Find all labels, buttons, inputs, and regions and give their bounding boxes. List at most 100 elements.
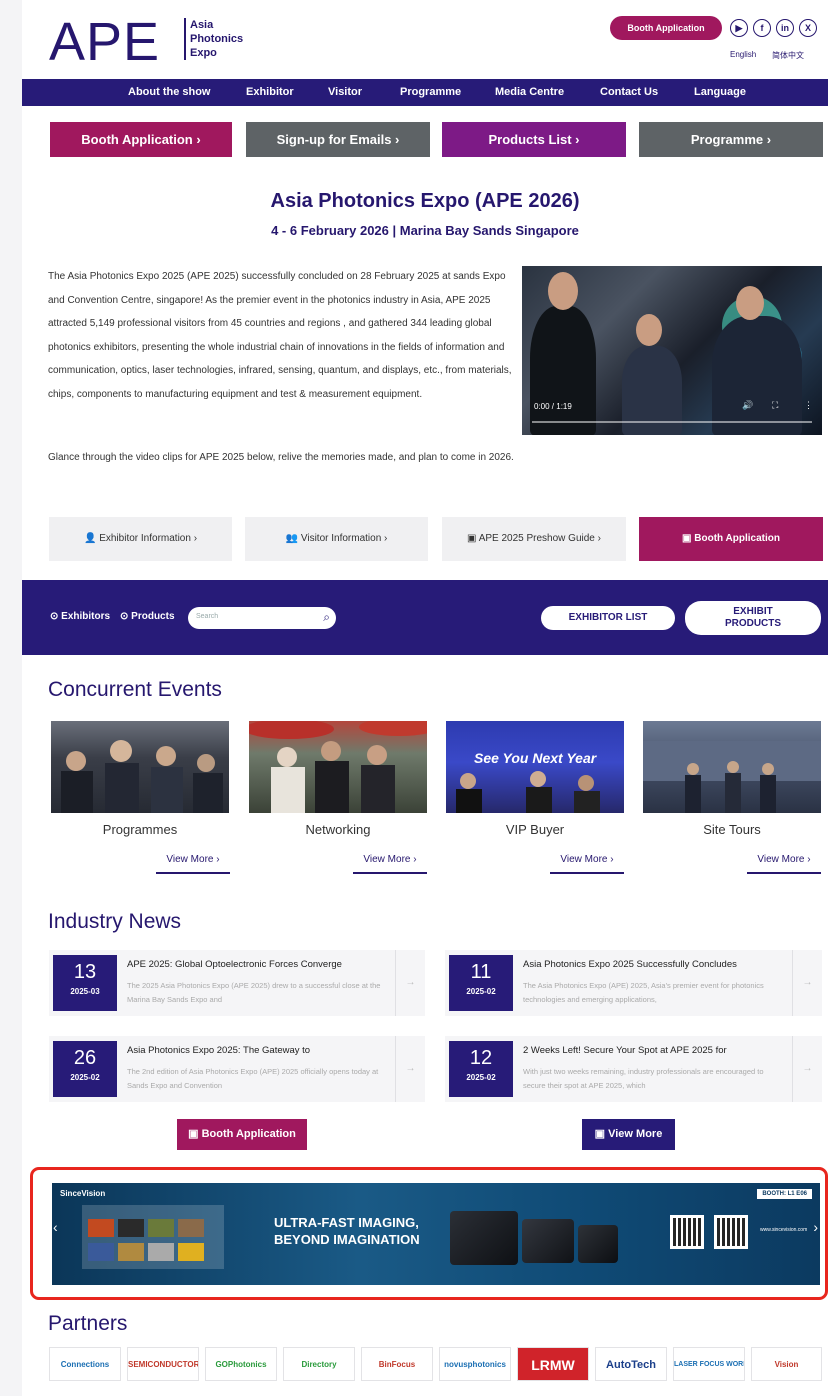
networking-image[interactable] (249, 721, 427, 813)
search-box[interactable]: Search ⌕ (188, 607, 336, 629)
x-icon[interactable]: X (799, 19, 817, 37)
news-item[interactable]: 26 2025-02 Asia Photonics Expo 2025: The… (49, 1036, 425, 1102)
news-day: 11 (470, 961, 492, 983)
video-person-head (548, 272, 578, 310)
programme-button[interactable]: Programme › (639, 122, 823, 157)
networking-view-more-link[interactable]: View More › (353, 852, 427, 874)
visitor-information-button[interactable]: 👥 Visitor Information › (245, 517, 428, 561)
exhibitor-information-label: Exhibitor Information › (99, 533, 198, 544)
news-headline[interactable]: 2 Weeks Left! Secure Your Spot at APE 20… (523, 1045, 791, 1056)
fullscreen-icon[interactable]: ⛶ (772, 400, 778, 411)
programmes-view-more-link[interactable]: View More › (156, 852, 230, 874)
partner-logo[interactable]: GOPhotonics (205, 1347, 277, 1381)
form-icon: ▣ (682, 533, 695, 544)
news-booth-application-label: Booth Application (201, 1128, 296, 1140)
partner-logo[interactable]: Connections (49, 1347, 121, 1381)
vip-buyer-view-more-link[interactable]: View More › (550, 852, 624, 874)
programmes-image[interactable] (51, 721, 229, 813)
products-list-button[interactable]: Products List › (442, 122, 626, 157)
news-date: 12 2025-02 (449, 1041, 513, 1097)
more-options-icon[interactable]: ⋮ (804, 400, 813, 411)
nav-about[interactable]: About the show (128, 79, 211, 106)
event-label-networking: Networking (305, 822, 371, 837)
partner-logo[interactable]: Directory (283, 1347, 355, 1381)
news-date: 13 2025-03 (53, 955, 117, 1011)
facebook-icon[interactable]: f (753, 19, 771, 37)
preshow-guide-label: APE 2025 Preshow Guide › (478, 533, 601, 544)
nav-programme[interactable]: Programme (400, 79, 461, 106)
quick-booth-application-button[interactable]: Booth Application › (50, 122, 232, 157)
video-person-head (636, 314, 662, 346)
main-nav: About the show Exhibitor Visitor Program… (22, 79, 828, 106)
site-tours-view-more-link[interactable]: View More › (747, 852, 821, 874)
linkedin-icon[interactable]: in (776, 19, 794, 37)
vip-buyer-photo: See You Next Year (456, 750, 600, 813)
logo-sub-line: Photonics (190, 33, 244, 45)
preshow-guide-button[interactable]: ▣ APE 2025 Preshow Guide › (442, 517, 626, 561)
partner-logo[interactable]: novusphotonics (439, 1347, 511, 1381)
news-headline[interactable]: APE 2025: Global Optoelectronic Forces C… (127, 959, 395, 970)
news-headline[interactable]: Asia Photonics Expo 2025 Successfully Co… (523, 959, 791, 970)
search-input[interactable]: Search (196, 613, 218, 620)
search-icon[interactable]: ⌕ (323, 610, 330, 625)
site-tours-image[interactable] (643, 721, 821, 813)
partners-title: Partners (48, 1312, 128, 1335)
arrow-right-icon[interactable]: → (792, 950, 822, 1016)
news-item[interactable]: 13 2025-03 APE 2025: Global Optoelectron… (49, 950, 425, 1016)
news-excerpt: The Asia Photonics Expo (APE) 2025, Asia… (523, 981, 764, 1004)
promo-video[interactable]: 0:00 / 1:19 🔊 ⛶ ⋮ (522, 266, 822, 435)
news-item[interactable]: 12 2025-02 2 Weeks Left! Secure Your Spo… (445, 1036, 822, 1102)
vip-overlay-text: See You Next Year (474, 750, 598, 766)
nav-exhibitor[interactable]: Exhibitor (246, 79, 294, 106)
arrow-right-icon[interactable]: → (792, 1036, 822, 1102)
header-booth-application-button[interactable]: Booth Application (610, 16, 722, 40)
video-time: 0:00 / 1:19 (534, 402, 572, 411)
intro-paragraph: The Asia Photonics Expo 2025 (APE 2025) … (48, 271, 512, 400)
partner-logo[interactable]: LASER FOCUS WORLD (673, 1347, 745, 1381)
nav-language[interactable]: Language (694, 79, 746, 106)
signup-emails-button[interactable]: Sign-up for Emails › (246, 122, 430, 157)
nav-visitor[interactable]: Visitor (328, 79, 362, 106)
radio-exhibitors[interactable]: ⊙ Exhibitors (50, 611, 110, 622)
booth-application-button[interactable]: ▣ Booth Application (639, 517, 823, 561)
news-booth-application-button[interactable]: ▣ Booth Application (177, 1119, 307, 1150)
news-month: 2025-02 (70, 1073, 100, 1082)
news-headline[interactable]: Asia Photonics Expo 2025: The Gateway to (127, 1045, 395, 1056)
partner-logo[interactable]: AutoTech (595, 1347, 667, 1381)
language-english[interactable]: English (730, 50, 756, 59)
news-day: 12 (469, 1047, 493, 1069)
concurrent-events-title: Concurrent Events (48, 678, 222, 701)
ape-logo[interactable]: APE (49, 14, 160, 70)
partner-logo[interactable]: LRMW (517, 1347, 589, 1381)
news-day: 13 (73, 961, 97, 983)
video-progress-bar[interactable] (532, 421, 812, 423)
visitor-information-label: Visitor Information › (300, 533, 388, 544)
document-icon: ▣ (594, 1128, 609, 1140)
partner-logo[interactable]: BinFocus (361, 1347, 433, 1381)
arrow-right-icon[interactable]: → (395, 950, 425, 1016)
language-chinese[interactable]: 简体中文 (772, 50, 804, 61)
news-month: 2025-02 (466, 987, 496, 996)
exhibitor-information-button[interactable]: 👤 Exhibitor Information › (49, 517, 232, 561)
exhibitor-list-button[interactable]: EXHIBITOR LIST (541, 606, 675, 630)
news-view-more-button[interactable]: ▣ View More (582, 1119, 675, 1150)
networking-photo (249, 721, 427, 813)
exhibitor-search-band: ⊙ Exhibitors ⊙ Products Search ⌕ EXHIBIT… (22, 580, 828, 655)
youtube-icon[interactable]: ▶ (730, 19, 748, 37)
logo-sub-line: Asia (190, 19, 214, 31)
partner-logo[interactable]: SEMICONDUCTOR (127, 1347, 199, 1381)
vip-buyer-image[interactable]: See You Next Year (446, 721, 624, 813)
exhibit-products-button[interactable]: EXHIBIT PRODUCTS (685, 601, 821, 635)
radio-products[interactable]: ⊙ Products (120, 611, 175, 622)
highlight-frame (30, 1167, 828, 1300)
volume-icon[interactable]: 🔊 (742, 400, 753, 411)
nav-media-centre[interactable]: Media Centre (495, 79, 564, 106)
nav-contact[interactable]: Contact Us (600, 79, 658, 106)
arrow-right-icon[interactable]: → (395, 1036, 425, 1102)
news-date: 11 2025-02 (449, 955, 513, 1011)
news-day: 26 (73, 1047, 97, 1069)
news-item[interactable]: 11 2025-02 Asia Photonics Expo 2025 Succ… (445, 950, 822, 1016)
page: APE Asia Photonics Expo Booth Applicatio… (22, 0, 828, 1396)
partner-logo[interactable]: Vision (751, 1347, 822, 1381)
video-person (530, 306, 596, 435)
